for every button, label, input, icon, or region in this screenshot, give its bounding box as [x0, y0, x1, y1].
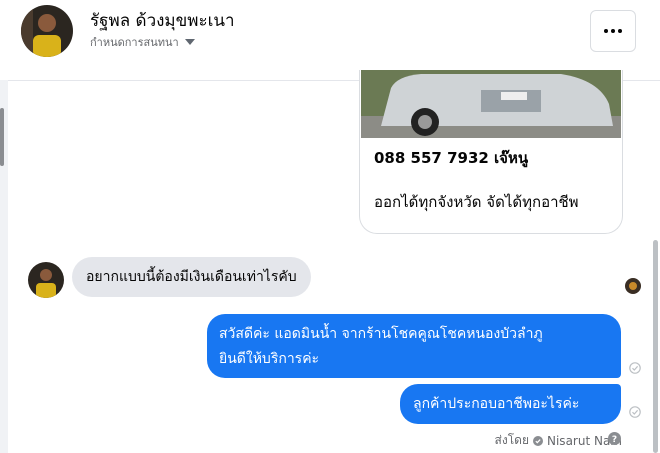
message-text: ลูกค้าประกอบอาชีพอะไรค่ะ — [413, 396, 580, 412]
car-image — [361, 70, 621, 138]
seen-avatar — [625, 278, 641, 294]
message-line: ยินดีให้บริการค่ะ — [219, 351, 320, 367]
left-scrollbar-thumb[interactable] — [0, 108, 4, 166]
ad-card[interactable]: 088 557 7932 เจ๊หนู ออกได้ทุกจังหวัด จัด… — [359, 70, 623, 234]
help-icon[interactable]: ? — [608, 432, 621, 445]
incoming-message[interactable]: อยากแบบนี้ต้องมีเงินเดือนเท่าไรคับ — [72, 257, 311, 297]
chevron-down-icon — [184, 39, 195, 45]
outgoing-message[interactable]: ลูกค้าประกอบอาชีพอะไรค่ะ — [400, 384, 621, 424]
dot-icon — [604, 29, 608, 33]
dot-icon — [611, 29, 615, 33]
sent-by-info: ส่งโดย Nisarut Nam — [495, 431, 622, 450]
sent-check-icon — [629, 362, 641, 374]
conversation-settings-label: กำหนดการสนทนา — [90, 36, 179, 49]
verified-icon — [533, 435, 543, 446]
ad-phone-text: 088 557 7932 เจ๊หนู — [374, 149, 529, 167]
more-options-button[interactable] — [590, 10, 636, 52]
svg-text:?: ? — [612, 435, 617, 445]
conversation-settings-dropdown[interactable]: กำหนดการสนทนา — [90, 33, 195, 51]
message-line: สวัสดีค่ะ แอดมินน้ำ จากร้านโชคคูณโชคหนอง… — [219, 326, 543, 342]
conversation-scrollbar[interactable] — [653, 240, 658, 453]
sent-by-label: ส่งโดย — [494, 433, 529, 447]
dot-icon — [618, 29, 622, 33]
ad-description: ออกได้ทุกจังหวัด จัดได้ทุกอาชีพ — [374, 193, 579, 211]
outgoing-message[interactable]: สวัสดีค่ะ แอดมินน้ำ จากร้านโชคคูณโชคหนอง… — [207, 314, 621, 378]
contact-avatar[interactable] — [21, 5, 73, 57]
contact-name[interactable]: รัฐพล ด้วงมุขพะเนา — [90, 7, 235, 34]
sent-check-icon — [629, 406, 641, 418]
sender-avatar[interactable] — [28, 262, 64, 298]
conversation-header: รัฐพล ด้วงมุขพะเนา กำหนดการสนทนา — [0, 0, 660, 81]
